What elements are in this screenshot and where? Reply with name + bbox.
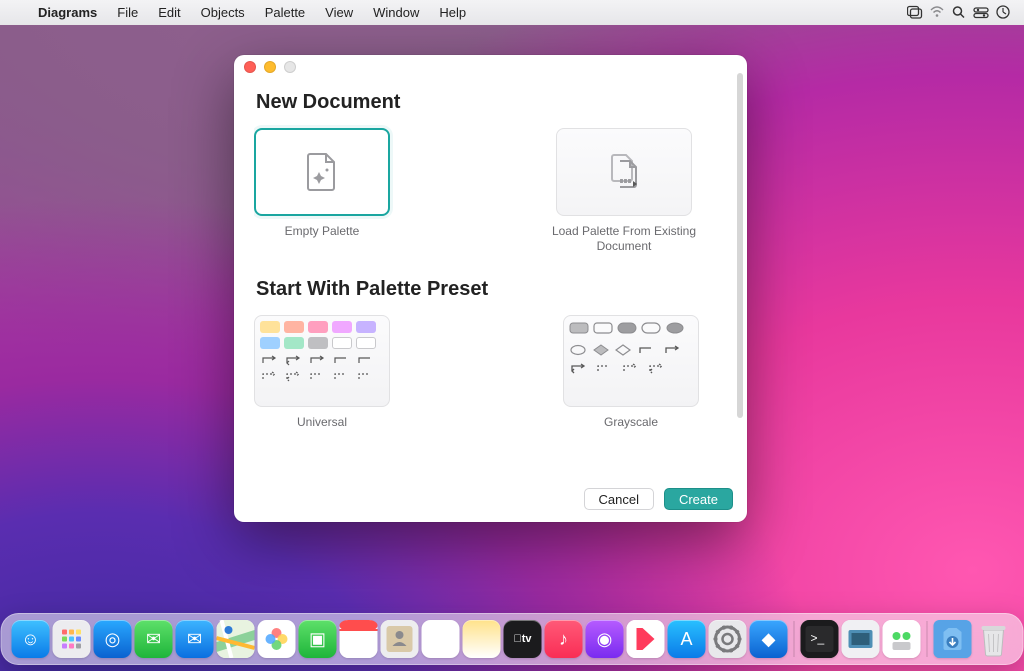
swatch bbox=[593, 321, 613, 339]
document-sparkle-icon bbox=[305, 152, 339, 192]
preset-universal[interactable]: Universal bbox=[254, 315, 390, 430]
swatch bbox=[356, 337, 376, 349]
option-load-palette[interactable]: Load Palette From Existing Document bbox=[549, 128, 699, 254]
spotlight-icon[interactable] bbox=[948, 5, 970, 19]
dock-app-reminders[interactable]: ≡ bbox=[422, 620, 460, 658]
swatch bbox=[284, 321, 304, 333]
menu-objects[interactable]: Objects bbox=[191, 5, 255, 20]
swatch bbox=[617, 321, 637, 339]
minimize-icon[interactable] bbox=[264, 61, 276, 73]
close-icon[interactable] bbox=[244, 61, 256, 73]
dock-app-maps[interactable] bbox=[217, 620, 255, 658]
dock-app-messages[interactable]: ✉ bbox=[135, 620, 173, 658]
wifi-icon[interactable] bbox=[926, 5, 948, 19]
grayscale-shapes-row bbox=[569, 343, 693, 357]
menu-edit[interactable]: Edit bbox=[148, 5, 190, 20]
document-import-icon bbox=[603, 151, 645, 193]
grayscale-label: Grayscale bbox=[604, 415, 658, 430]
dock-app-diagrams[interactable]: ◆ bbox=[750, 620, 788, 658]
dock-app-facetime[interactable]: ▣ bbox=[299, 620, 337, 658]
load-palette-label: Load Palette From Existing Document bbox=[549, 224, 699, 254]
universal-connectors bbox=[260, 353, 384, 383]
universal-preset-card[interactable] bbox=[254, 315, 390, 407]
dock-app-launchpad[interactable] bbox=[53, 620, 91, 658]
swatch bbox=[260, 321, 280, 333]
dock-app-finder[interactable]: ☺ bbox=[12, 620, 50, 658]
dialog-content: New Document Empty Palette bbox=[254, 77, 733, 478]
swatch bbox=[284, 337, 304, 349]
titlebar bbox=[234, 55, 747, 79]
control-center-icon[interactable] bbox=[970, 5, 992, 19]
swatch bbox=[308, 321, 328, 333]
menubar: Diagrams File Edit Objects Palette View … bbox=[0, 0, 1024, 25]
menu-help[interactable]: Help bbox=[429, 5, 476, 20]
section-title-presets: Start With Palette Preset bbox=[256, 278, 733, 301]
menu-window[interactable]: Window bbox=[363, 5, 429, 20]
dialog-footer: Cancel Create bbox=[584, 488, 734, 510]
universal-label: Universal bbox=[297, 415, 347, 430]
dock-app-appstore[interactable]: A bbox=[668, 620, 706, 658]
create-button[interactable]: Create bbox=[664, 488, 733, 510]
empty-palette-label: Empty Palette bbox=[285, 224, 360, 239]
swatch bbox=[308, 337, 328, 349]
dock-app-mail[interactable]: ✉ bbox=[176, 620, 214, 658]
swatch bbox=[260, 337, 280, 349]
grayscale-preset-card[interactable] bbox=[563, 315, 699, 407]
scrollbar[interactable] bbox=[737, 73, 743, 418]
dock-app-settings[interactable] bbox=[709, 620, 747, 658]
stage-manager-icon[interactable] bbox=[904, 5, 926, 19]
menu-view[interactable]: View bbox=[315, 5, 363, 20]
dock-app-music[interactable]: ♪ bbox=[545, 620, 583, 658]
svg-text:>_: >_ bbox=[811, 631, 825, 645]
dock-app-contacts[interactable] bbox=[381, 620, 419, 658]
new-document-window: New Document Empty Palette bbox=[234, 55, 747, 522]
dock-app-safari[interactable]: ◎ bbox=[94, 620, 132, 658]
load-palette-card[interactable] bbox=[556, 128, 692, 216]
app-menu[interactable]: Diagrams bbox=[28, 5, 107, 20]
dock-separator bbox=[927, 621, 928, 657]
swatch bbox=[356, 321, 376, 333]
swatch bbox=[641, 321, 661, 339]
dock-app-news[interactable] bbox=[627, 620, 665, 658]
universal-swatches bbox=[260, 321, 384, 349]
dock-separator bbox=[794, 621, 795, 657]
user-icon[interactable] bbox=[992, 5, 1014, 19]
swatch bbox=[569, 321, 589, 339]
dock: ☺◎✉✉▣≡tv♪◉A◆>_ bbox=[1, 613, 1024, 665]
swatch bbox=[665, 321, 685, 339]
dock-app-automator[interactable] bbox=[883, 620, 921, 658]
dock-app-podcasts[interactable]: ◉ bbox=[586, 620, 624, 658]
dock-tray: ☺◎✉✉▣≡tv♪◉A◆>_ bbox=[1, 613, 1024, 665]
section-title-new-document: New Document bbox=[256, 91, 733, 114]
empty-palette-card[interactable] bbox=[254, 128, 390, 216]
zoom-icon bbox=[284, 61, 296, 73]
option-empty-palette[interactable]: Empty Palette bbox=[254, 128, 390, 254]
dock-app-tv[interactable]: tv bbox=[504, 620, 542, 658]
swatch bbox=[332, 337, 352, 349]
menu-palette[interactable]: Palette bbox=[255, 5, 315, 20]
dock-app-terminal[interactable]: >_ bbox=[801, 620, 839, 658]
dock-app-calendar[interactable] bbox=[340, 620, 378, 658]
preset-grayscale[interactable]: Grayscale bbox=[563, 315, 699, 430]
dock-app-notes[interactable] bbox=[463, 620, 501, 658]
cancel-button[interactable]: Cancel bbox=[584, 488, 654, 510]
menu-file[interactable]: File bbox=[107, 5, 148, 20]
grayscale-swatches bbox=[569, 321, 693, 339]
dock-app-photos[interactable] bbox=[258, 620, 296, 658]
swatch bbox=[332, 321, 352, 333]
dock-app-screenshot[interactable] bbox=[842, 620, 880, 658]
grayscale-connectors-row bbox=[569, 361, 693, 375]
dock-app-downloads[interactable] bbox=[934, 620, 972, 658]
dock-app-trash[interactable] bbox=[975, 620, 1013, 658]
